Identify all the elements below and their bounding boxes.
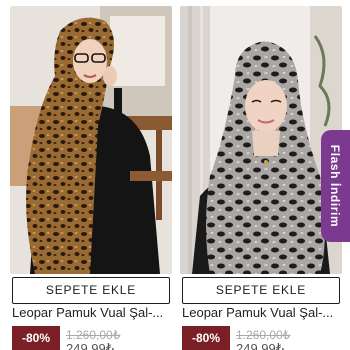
sale-price: 249,99₺ (236, 341, 285, 350)
discount-badge: -80% (12, 326, 60, 350)
old-price: 1.260,00₺ (236, 328, 291, 342)
add-to-cart-button[interactable]: SEPETE EKLE (12, 277, 170, 304)
add-to-cart-button[interactable]: SEPETE EKLE (182, 277, 340, 304)
flash-sale-label: Flash İndirim (328, 144, 343, 228)
discount-badge: -80% (182, 326, 230, 350)
product-card[interactable]: SEPETE EKLE Leopar Pamuk Vual Şal-... -8… (10, 0, 172, 350)
product-name[interactable]: Leopar Pamuk Vual Şal-... (182, 305, 350, 321)
product-image[interactable] (10, 6, 172, 274)
sale-price: 249,99₺ (66, 341, 115, 350)
product-card[interactable]: SEPETE EKLE Leopar Pamuk Vual Şal-... -8… (180, 0, 342, 350)
product-name[interactable]: Leopar Pamuk Vual Şal-... (12, 305, 180, 321)
product-grid: SEPETE EKLE Leopar Pamuk Vual Şal-... -8… (0, 0, 350, 350)
product-image[interactable] (180, 6, 342, 274)
flash-sale-tab[interactable]: Flash İndirim (321, 130, 350, 242)
old-price: 1.260,00₺ (66, 328, 121, 342)
